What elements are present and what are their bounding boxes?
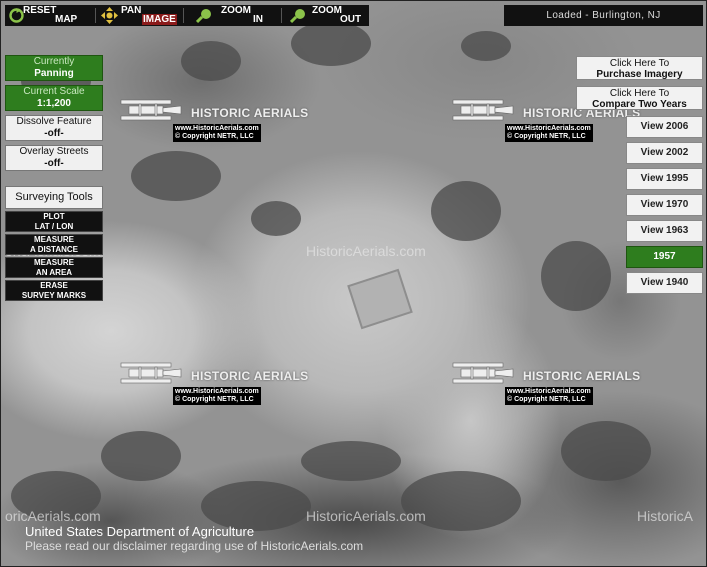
watermark-copyright: www.HistoricAerials.com © Copyright NETR,… <box>505 124 593 142</box>
watermark-site-text-partial: HistoricA <box>637 508 694 524</box>
watermark-site-text-partial: oricAerials.com <box>5 508 101 524</box>
watermark-brand: HISTORIC AERIALS <box>523 369 641 383</box>
surveying-tools-header: Surveying Tools <box>5 186 103 209</box>
view-1970-button[interactable]: View 1970 <box>626 194 703 216</box>
dissolve-feature-toggle[interactable]: Dissolve Feature -off- <box>5 115 103 141</box>
building-structure <box>347 268 413 330</box>
pan-arrows-icon <box>101 7 118 24</box>
plot-lat-lon-button[interactable]: PLOT LAT / LON <box>5 211 103 232</box>
scale-indicator: Current Scale 1:1,200 <box>5 85 103 111</box>
purchase-imagery-button[interactable]: Click Here To Purchase Imagery <box>576 56 703 80</box>
reset-map-button[interactable]: RESET MAP <box>5 5 93 26</box>
view-2006-button[interactable]: View 2006 <box>626 116 703 138</box>
watermark-brand: HISTORIC AERIALS <box>191 106 309 120</box>
magnifier-icon <box>196 9 211 24</box>
location-status: Loaded - Burlington, NJ <box>504 5 703 26</box>
agency-credit: United States Department of Agriculture <box>25 524 255 539</box>
watermark-copyright: www.HistoricAerials.com © Copyright NETR,… <box>505 387 593 405</box>
year-1957-active[interactable]: 1957 <box>626 246 703 268</box>
watermark-logo: HISTORIC AERIALS www.HistoricAerials.com… <box>445 357 640 407</box>
watermark-copyright: www.HistoricAerials.com © Copyright NETR,… <box>173 387 261 405</box>
watermark-logo: HISTORIC AERIALS www.HistoricAerials.com… <box>113 94 308 144</box>
overlay-streets-toggle[interactable]: Overlay Streets -off- <box>5 145 103 171</box>
pan-image-button[interactable]: PAN IMAGE <box>98 5 180 26</box>
measure-area-button[interactable]: MEASURE AN AREA <box>5 257 103 278</box>
compare-two-years-button[interactable]: Click Here To Compare Two Years <box>576 86 703 110</box>
erase-survey-marks-button[interactable]: ERASE SURVEY MARKS <box>5 280 103 301</box>
view-1940-button[interactable]: View 1940 <box>626 272 703 294</box>
watermark-logo: HISTORIC AERIALS www.HistoricAerials.com… <box>113 357 308 407</box>
watermark-site-text: HistoricAerials.com <box>306 508 426 524</box>
mode-indicator: Currently Panning <box>5 55 103 81</box>
toolbar: RESET MAP PAN IMAGE ZOOM IN ZOOM OUT <box>5 5 369 26</box>
watermark-copyright: www.HistoricAerials.com © Copyright NETR,… <box>173 124 261 142</box>
watermark-brand: HISTORIC AERIALS <box>191 369 309 383</box>
watermark-site-text: HistoricAerials.com <box>306 243 426 259</box>
magnifier-icon <box>290 9 305 24</box>
disclaimer-link[interactable]: Please read our disclaimer regarding use… <box>25 539 363 553</box>
measure-distance-button[interactable]: MEASURE A DISTANCE <box>5 234 103 255</box>
app-frame: HISTORIC AERIALS www.HistoricAerials.com… <box>0 0 707 567</box>
zoom-in-button[interactable]: ZOOM IN <box>193 5 277 26</box>
view-1963-button[interactable]: View 1963 <box>626 220 703 242</box>
view-1995-button[interactable]: View 1995 <box>626 168 703 190</box>
zoom-out-button[interactable]: ZOOM OUT <box>287 5 369 26</box>
view-2002-button[interactable]: View 2002 <box>626 142 703 164</box>
